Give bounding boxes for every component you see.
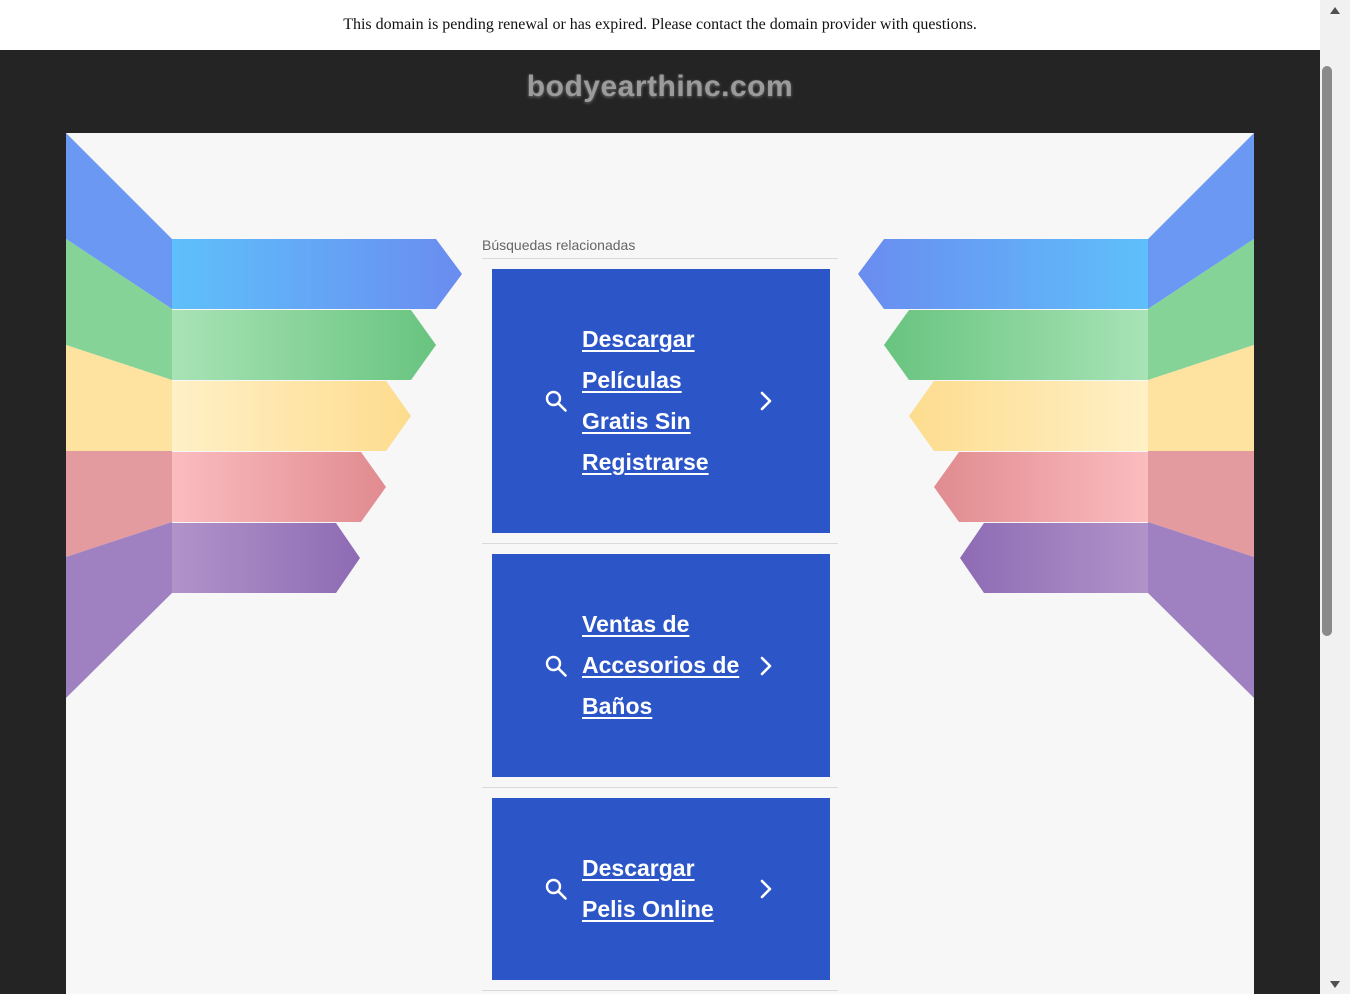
scroll-up-arrow-icon[interactable] <box>1320 2 1350 18</box>
list-item: Descargar Pelis Online <box>482 788 838 991</box>
parked-page: bodyearthinc.com Búsquedas relacionadas … <box>0 50 1320 994</box>
related-search-card[interactable]: Ventas de Accesorios de Baños <box>492 554 830 777</box>
list-item: Descargar Películas Gratis Sin Registrar… <box>482 259 838 544</box>
related-searches: Búsquedas relacionadas Descargar Películ… <box>482 237 838 991</box>
search-icon <box>545 390 567 412</box>
vertical-scrollbar[interactable] <box>1320 0 1350 994</box>
search-icon <box>545 655 567 677</box>
related-searches-heading: Búsquedas relacionadas <box>482 237 838 259</box>
chevron-right-icon <box>760 656 772 675</box>
search-icon <box>545 878 567 900</box>
domain-expired-notice: This domain is pending renewal or has ex… <box>0 0 1320 50</box>
notice-text: This domain is pending renewal or has ex… <box>343 16 977 33</box>
content-panel: Búsquedas relacionadas Descargar Películ… <box>66 133 1254 994</box>
chevron-right-icon <box>760 879 772 899</box>
related-search-card[interactable]: Descargar Pelis Online <box>492 798 830 980</box>
scroll-down-arrow-icon[interactable] <box>1320 976 1350 992</box>
related-search-card[interactable]: Descargar Películas Gratis Sin Registrar… <box>492 269 830 533</box>
related-search-link[interactable]: Descargar Pelis Online <box>582 848 742 930</box>
list-item: Ventas de Accesorios de Baños <box>482 544 838 788</box>
domain-title: bodyearthinc.com <box>526 70 794 103</box>
scrollbar-thumb[interactable] <box>1322 66 1332 636</box>
chevron-right-icon <box>760 391 772 411</box>
related-search-link[interactable]: Descargar Películas Gratis Sin Registrar… <box>582 319 742 483</box>
related-search-link[interactable]: Ventas de Accesorios de Baños <box>582 604 742 727</box>
